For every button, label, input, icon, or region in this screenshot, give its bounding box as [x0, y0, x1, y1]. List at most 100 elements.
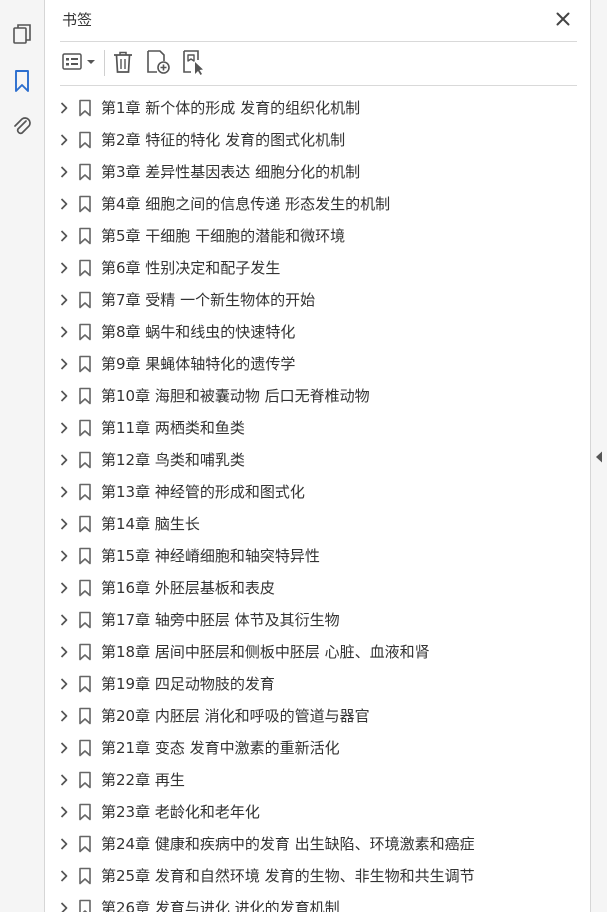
bookmark-row[interactable]: 第7章 受精 一个新生物体的开始: [46, 284, 566, 316]
attachments-button[interactable]: [8, 112, 36, 140]
bookmark-label[interactable]: 第5章 干细胞 干细胞的潜能和微环境: [101, 226, 345, 246]
bookmark-label[interactable]: 第2章 特征的特化 发育的图式化机制: [101, 130, 345, 150]
bookmark-icon: [78, 611, 92, 629]
bookmark-row[interactable]: 第11章 两栖类和鱼类: [46, 412, 566, 444]
bookmark-icon: [78, 515, 92, 533]
bookmark-row[interactable]: 第9章 果蝇体轴特化的遗传学: [46, 348, 566, 380]
collapse-panel-button[interactable]: [594, 450, 604, 464]
bookmark-row[interactable]: 第4章 细胞之间的信息传递 形态发生的机制: [46, 188, 566, 220]
bookmark-label[interactable]: 第1章 新个体的形成 发育的组织化机制: [101, 98, 360, 118]
bookmark-label[interactable]: 第9章 果蝇体轴特化的遗传学: [101, 354, 295, 374]
delete-bookmark-button[interactable]: [110, 50, 136, 78]
bookmark-label[interactable]: 第20章 内胚层 消化和呼吸的管道与器官: [101, 706, 370, 726]
bookmark-row[interactable]: 第6章 性别决定和配子发生: [46, 252, 566, 284]
new-bookmark-icon: [145, 49, 171, 79]
bookmark-row[interactable]: 第23章 老龄化和老年化: [46, 796, 566, 828]
bookmark-row[interactable]: 第1章 新个体的形成 发育的组织化机制: [46, 92, 566, 124]
bookmark-row[interactable]: 第12章 鸟类和哺乳类: [46, 444, 566, 476]
bookmark-icon: [78, 195, 92, 213]
expand-chevron-icon[interactable]: [58, 165, 70, 179]
expand-chevron-icon[interactable]: [58, 133, 70, 147]
expand-chevron-icon[interactable]: [58, 453, 70, 467]
expand-chevron-icon[interactable]: [58, 869, 70, 883]
expand-chevron-icon[interactable]: [58, 645, 70, 659]
delete-icon: [112, 50, 134, 78]
bookmark-row[interactable]: 第18章 居间中胚层和侧板中胚层 心脏、血液和肾: [46, 636, 566, 668]
bookmark-row[interactable]: 第17章 轴旁中胚层 体节及其衍生物: [46, 604, 566, 636]
bookmark-icon: [78, 163, 92, 181]
bookmark-label[interactable]: 第12章 鸟类和哺乳类: [101, 450, 245, 470]
expand-chevron-icon[interactable]: [58, 485, 70, 499]
bookmark-row[interactable]: 第15章 神经嵴细胞和轴突特异性: [46, 540, 566, 572]
expand-chevron-icon[interactable]: [58, 549, 70, 563]
expand-chevron-icon[interactable]: [58, 581, 70, 595]
bookmark-label[interactable]: 第18章 居间中胚层和侧板中胚层 心脏、血液和肾: [101, 642, 430, 662]
close-icon: [556, 11, 570, 30]
bookmark-label[interactable]: 第25章 发育和自然环境 发育的生物、非生物和共生调节: [101, 866, 475, 886]
bookmark-label[interactable]: 第26章 发育与进化 进化的发育机制: [101, 898, 340, 912]
bookmark-row[interactable]: 第25章 发育和自然环境 发育的生物、非生物和共生调节: [46, 860, 566, 892]
bookmark-row[interactable]: 第10章 海胆和被囊动物 后口无脊椎动物: [46, 380, 566, 412]
bookmark-row[interactable]: 第5章 干细胞 干细胞的潜能和微环境: [46, 220, 566, 252]
bookmark-icon: [78, 803, 92, 821]
bookmark-label[interactable]: 第23章 老龄化和老年化: [101, 802, 260, 822]
bookmark-label[interactable]: 第11章 两栖类和鱼类: [101, 418, 245, 438]
expand-chevron-icon[interactable]: [58, 197, 70, 211]
expand-chevron-icon[interactable]: [58, 101, 70, 115]
bookmark-icon: [78, 451, 92, 469]
panel-collapse-strip[interactable]: [590, 0, 607, 912]
collapse-arrow-icon: [595, 448, 603, 467]
bookmark-row[interactable]: 第19章 四足动物肢的发育: [46, 668, 566, 700]
expand-chevron-icon[interactable]: [58, 357, 70, 371]
expand-chevron-icon[interactable]: [58, 229, 70, 243]
bookmark-label[interactable]: 第21章 变态 发育中激素的重新活化: [101, 738, 340, 758]
page-thumbnails-button[interactable]: [8, 20, 36, 48]
bookmark-row[interactable]: 第20章 内胚层 消化和呼吸的管道与器官: [46, 700, 566, 732]
new-bookmark-button[interactable]: [144, 50, 172, 78]
bookmark-label[interactable]: 第7章 受精 一个新生物体的开始: [101, 290, 315, 310]
expand-chevron-icon[interactable]: [58, 901, 70, 912]
bookmark-row[interactable]: 第24章 健康和疾病中的发育 出生缺陷、环境激素和癌症: [46, 828, 566, 860]
expand-chevron-icon[interactable]: [58, 773, 70, 787]
bookmark-label[interactable]: 第13章 神经管的形成和图式化: [101, 482, 305, 502]
expand-chevron-icon[interactable]: [58, 613, 70, 627]
expand-chevron-icon[interactable]: [58, 389, 70, 403]
bookmark-label[interactable]: 第3章 差异性基因表达 细胞分化的机制: [101, 162, 360, 182]
expand-chevron-icon[interactable]: [58, 325, 70, 339]
expand-chevron-icon[interactable]: [58, 837, 70, 851]
bookmark-icon: [78, 707, 92, 725]
expand-chevron-icon[interactable]: [58, 293, 70, 307]
bookmark-row[interactable]: 第13章 神经管的形成和图式化: [46, 476, 566, 508]
expand-chevron-icon[interactable]: [58, 517, 70, 531]
bookmark-label[interactable]: 第8章 蜗牛和线虫的快速特化: [101, 322, 295, 342]
panel-header: 书签: [46, 0, 590, 42]
bookmark-label[interactable]: 第15章 神经嵴细胞和轴突特异性: [101, 546, 320, 566]
bookmark-label[interactable]: 第24章 健康和疾病中的发育 出生缺陷、环境激素和癌症: [101, 834, 475, 854]
options-menu-button[interactable]: [60, 50, 98, 78]
expand-chevron-icon[interactable]: [58, 805, 70, 819]
close-panel-button[interactable]: [552, 9, 574, 31]
expand-chevron-icon[interactable]: [58, 677, 70, 691]
expand-chevron-icon[interactable]: [58, 421, 70, 435]
bookmark-row[interactable]: 第22章 再生: [46, 764, 566, 796]
bookmark-label[interactable]: 第6章 性别决定和配子发生: [101, 258, 280, 278]
bookmark-label[interactable]: 第16章 外胚层基板和表皮: [101, 578, 275, 598]
bookmark-label[interactable]: 第17章 轴旁中胚层 体节及其衍生物: [101, 610, 340, 630]
bookmark-label[interactable]: 第19章 四足动物肢的发育: [101, 674, 275, 694]
bookmark-label[interactable]: 第22章 再生: [101, 770, 185, 790]
bookmarks-button[interactable]: [8, 67, 36, 95]
bookmark-row[interactable]: 第16章 外胚层基板和表皮: [46, 572, 566, 604]
bookmark-row[interactable]: 第3章 差异性基因表达 细胞分化的机制: [46, 156, 566, 188]
bookmark-label[interactable]: 第10章 海胆和被囊动物 后口无脊椎动物: [101, 386, 370, 406]
bookmark-row[interactable]: 第2章 特征的特化 发育的图式化机制: [46, 124, 566, 156]
bookmark-label[interactable]: 第14章 脑生长: [101, 514, 200, 534]
bookmark-row[interactable]: 第8章 蜗牛和线虫的快速特化: [46, 316, 566, 348]
bookmark-row[interactable]: 第26章 发育与进化 进化的发育机制: [46, 892, 566, 912]
expand-chevron-icon[interactable]: [58, 261, 70, 275]
bookmark-label[interactable]: 第4章 细胞之间的信息传递 形态发生的机制: [101, 194, 390, 214]
expand-chevron-icon[interactable]: [58, 709, 70, 723]
expand-chevron-icon[interactable]: [58, 741, 70, 755]
bookmark-row[interactable]: 第21章 变态 发育中激素的重新活化: [46, 732, 566, 764]
new-bookmark-from-structure-button[interactable]: [180, 50, 208, 78]
bookmark-row[interactable]: 第14章 脑生长: [46, 508, 566, 540]
